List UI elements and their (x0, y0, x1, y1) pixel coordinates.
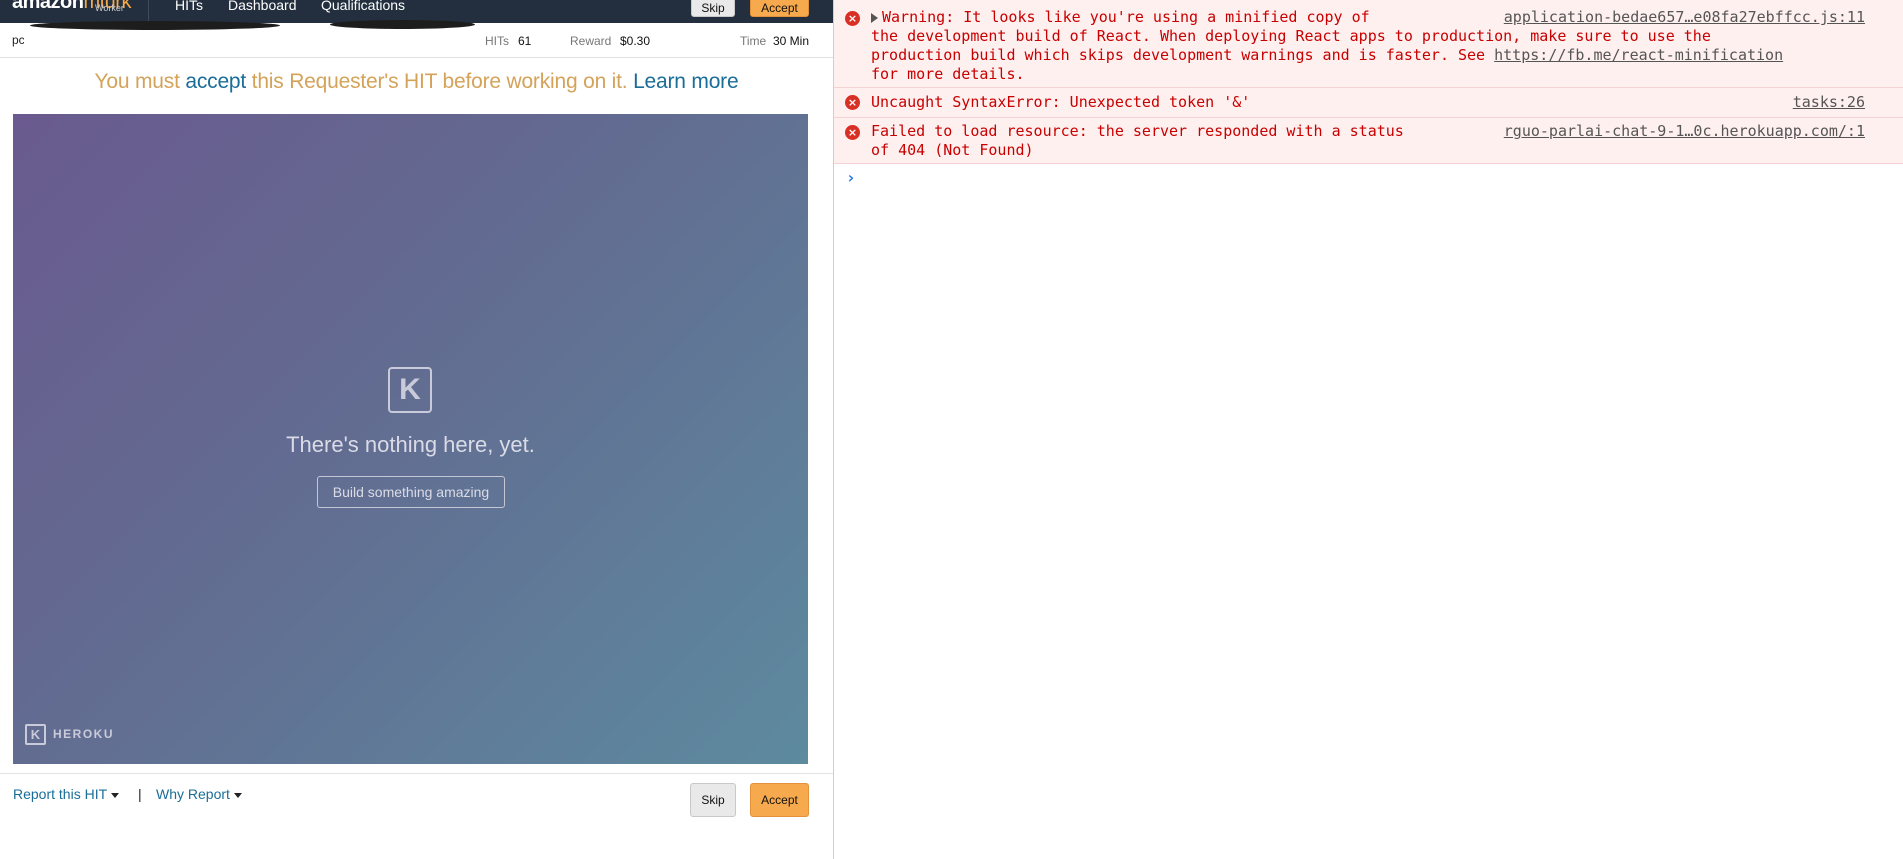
report-hit-label: Report this HIT (13, 786, 108, 802)
message-line-2: the development build of React. When dep… (871, 27, 1711, 45)
caret-down-icon (233, 792, 242, 798)
notice-accept-link[interactable]: accept (185, 70, 246, 93)
reward-label: Reward (570, 34, 612, 48)
nav-dashboard[interactable]: Dashboard (228, 0, 297, 13)
heroku-empty-heading: There's nothing here, yet. (286, 432, 535, 457)
caret-down-icon (111, 792, 120, 798)
time-value: 30 Min (773, 34, 810, 48)
heroku-logo-icon: K (388, 367, 432, 413)
hits-label: HITs (485, 34, 509, 48)
top-skip-button[interactable]: Skip (691, 0, 735, 17)
x-circle-icon: × (845, 125, 860, 140)
expand-triangle-icon[interactable] (871, 12, 878, 23)
x-circle-icon: × (845, 95, 860, 110)
build-something-button[interactable]: Build something amazing (317, 476, 505, 508)
why-report-label: Why Report (156, 786, 230, 802)
hits-value: 61 (518, 34, 532, 48)
logo-subtitle: Worker (95, 3, 124, 13)
message-text: Uncaught SyntaxError: Unexpected token '… (871, 93, 1251, 111)
notice-prefix: You must (94, 70, 186, 93)
top-accept-button[interactable]: Accept (750, 0, 809, 17)
react-minification-link[interactable]: https://fb.me/react-minification (1494, 46, 1783, 64)
hit-iframe: K There's nothing here, yet. Build somet… (13, 114, 808, 764)
bottom-accept-button[interactable]: Accept (750, 783, 809, 817)
source-link[interactable]: tasks:26 (1793, 93, 1865, 111)
footer-separator: | (138, 786, 142, 802)
message-line-2: of 404 (Not Found) (871, 141, 1034, 159)
source-link[interactable]: rguo-parlai-chat-9-1…0c.herokuapp.com/:1 (1504, 122, 1865, 140)
message-line-3: production build which skips development… (871, 46, 1783, 65)
accept-notice: You must accept this Requester's HIT bef… (0, 70, 833, 94)
footer-divider (0, 773, 833, 774)
requester-name[interactable]: pc (12, 33, 25, 47)
redaction-scribble (30, 21, 280, 30)
message-line-1: Failed to load resource: the server resp… (871, 122, 1404, 140)
logo-word: amazon (12, 0, 84, 13)
nav-hits[interactable]: HITs (175, 0, 203, 13)
source-link[interactable]: application-bedae657…e08fa27ebffcc.js:11 (1504, 8, 1865, 26)
message-text: production build which skips development… (871, 46, 1495, 64)
report-hit-dropdown[interactable]: Report this HIT (13, 786, 120, 802)
console-message-syntax-error[interactable]: × Uncaught SyntaxError: Unexpected token… (834, 88, 1903, 118)
learn-more-link[interactable]: Learn more (633, 70, 739, 93)
message-text: Warning: It looks like you're using a mi… (882, 8, 1370, 26)
time-label: Time (740, 34, 767, 48)
devtools-console: × Warning: It looks like you're using a … (834, 0, 1903, 859)
console-message-404[interactable]: × Failed to load resource: the server re… (834, 118, 1903, 164)
console-message-warning-react[interactable]: × Warning: It looks like you're using a … (834, 0, 1903, 88)
nav-qualifications[interactable]: Qualifications (321, 0, 405, 13)
heroku-footer-wordmark[interactable]: HEROKU (53, 727, 114, 741)
why-report-dropdown[interactable]: Why Report (156, 786, 242, 802)
message-line-1[interactable]: Warning: It looks like you're using a mi… (871, 8, 1370, 27)
mturk-hit-page: amazonmturk Worker HITs Dashboard Qualif… (0, 0, 833, 859)
x-circle-icon: × (845, 11, 860, 26)
nav-divider (148, 0, 149, 23)
heroku-footer-icon: K (25, 724, 46, 745)
message-line-4: for more details. (871, 65, 1025, 83)
hit-info-bar: pc HITs 61 Reward $0.30 Time 30 Min (0, 20, 833, 58)
notice-middle: this Requester's HIT before working on i… (246, 70, 634, 93)
chevron-right-icon[interactable]: › (846, 168, 856, 187)
reward-value: $0.30 (620, 34, 651, 48)
redaction-scribble (330, 20, 475, 29)
bottom-skip-button[interactable]: Skip (690, 783, 736, 817)
